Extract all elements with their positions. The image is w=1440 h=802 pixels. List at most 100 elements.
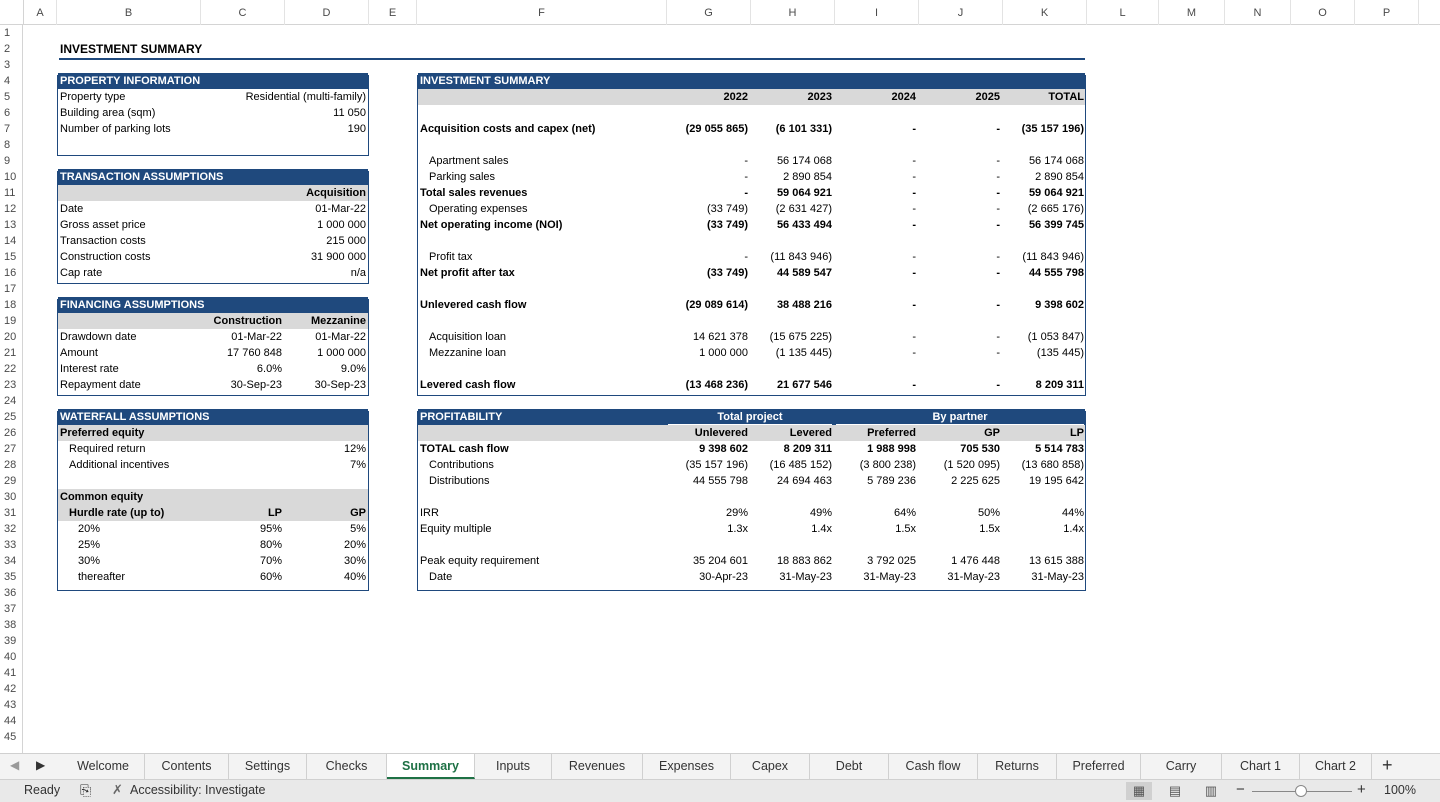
summary-row-label[interactable]: Net operating income (NOI)	[418, 217, 666, 233]
row-header-19[interactable]: 19	[0, 313, 22, 329]
row-header-27[interactable]: 27	[0, 441, 22, 457]
summary-row-label[interactable]: Operating expenses	[418, 201, 666, 217]
acquisition-col-header[interactable]: Acquisition	[286, 185, 368, 201]
row-header-22[interactable]: 22	[0, 361, 22, 377]
summary-row-label[interactable]: Apartment sales	[418, 153, 666, 169]
summary-value[interactable]: -	[920, 377, 1001, 393]
accessibility-status[interactable]: Accessibility: Investigate	[130, 783, 265, 797]
profit-value[interactable]: 31-May-23	[752, 569, 833, 585]
transaction-value[interactable]: 01-Mar-22	[286, 201, 368, 217]
hurdle-gp-split[interactable]: 30%	[286, 553, 368, 569]
summary-value[interactable]: -	[836, 121, 917, 137]
financing-label[interactable]: Repayment date	[58, 377, 202, 393]
mezzanine-value[interactable]: 01-Mar-22	[286, 329, 368, 345]
construction-value[interactable]: 6.0%	[202, 361, 284, 377]
row-header-9[interactable]: 9	[0, 153, 22, 169]
hurdle-value[interactable]: 25%	[58, 537, 202, 553]
preferred-equity-label[interactable]: Preferred equity	[58, 425, 368, 441]
summary-value[interactable]: 56 174 068	[1004, 153, 1085, 169]
summary-value[interactable]: (33 749)	[668, 265, 749, 281]
sheet-tab-expenses[interactable]: Expenses	[643, 754, 731, 779]
hurdle-value[interactable]: thereafter	[58, 569, 202, 585]
add-sheet-icon[interactable]: +	[1382, 755, 1393, 776]
profit-value[interactable]: (1 520 095)	[920, 457, 1001, 473]
row-header-29[interactable]: 29	[0, 473, 22, 489]
incentives-value[interactable]: 7%	[286, 457, 368, 473]
transaction-value[interactable]: n/a	[286, 265, 368, 281]
summary-value[interactable]: 44 589 547	[752, 265, 833, 281]
row-header-3[interactable]: 3	[0, 57, 22, 73]
summary-value[interactable]: -	[920, 249, 1001, 265]
zoom-level[interactable]: 100%	[1384, 783, 1416, 797]
summary-value[interactable]: 56 399 745	[1004, 217, 1085, 233]
profit-value[interactable]: 50%	[920, 505, 1001, 521]
profit-value[interactable]: 5 514 783	[1004, 441, 1085, 457]
summary-value[interactable]: (1 053 847)	[1004, 329, 1085, 345]
summary-value[interactable]: (6 101 331)	[752, 121, 833, 137]
sheet-tab-carry[interactable]: Carry	[1141, 754, 1222, 779]
column-header-o[interactable]: O	[1291, 0, 1355, 25]
summary-value[interactable]: -	[920, 169, 1001, 185]
profit-value[interactable]: 24 694 463	[752, 473, 833, 489]
zoom-out-icon[interactable]: −	[1236, 781, 1245, 798]
profit-value[interactable]: 1 988 998	[836, 441, 917, 457]
year-col-header[interactable]: 2025	[920, 89, 1001, 105]
profit-value[interactable]: 64%	[836, 505, 917, 521]
summary-value[interactable]: (35 157 196)	[1004, 121, 1085, 137]
summary-value[interactable]: -	[920, 121, 1001, 137]
profitability-header[interactable]: PROFITABILITY	[418, 409, 666, 425]
row-header-34[interactable]: 34	[0, 553, 22, 569]
row-header-12[interactable]: 12	[0, 201, 22, 217]
sheet-tab-settings[interactable]: Settings	[229, 754, 307, 779]
profit-value[interactable]: 31-May-23	[836, 569, 917, 585]
column-header-e[interactable]: E	[369, 0, 417, 25]
transaction-value[interactable]: 1 000 000	[286, 217, 368, 233]
summary-value[interactable]: 56 433 494	[752, 217, 833, 233]
accessibility-icon[interactable]: ✗	[112, 782, 123, 798]
row-header-25[interactable]: 25	[0, 409, 22, 425]
profit-value[interactable]: 2 225 625	[920, 473, 1001, 489]
row-header-14[interactable]: 14	[0, 233, 22, 249]
summary-value[interactable]: 38 488 216	[752, 297, 833, 313]
hurdle-rate-label[interactable]: Hurdle rate (up to)	[58, 505, 202, 521]
profit-value[interactable]: 1.4x	[752, 521, 833, 537]
row-header-16[interactable]: 16	[0, 265, 22, 281]
lp-col-header[interactable]: LP	[202, 505, 284, 521]
summary-row-label[interactable]: Unlevered cash flow	[418, 297, 666, 313]
hurdle-gp-split[interactable]: 5%	[286, 521, 368, 537]
profit-value[interactable]: 29%	[668, 505, 749, 521]
profit-value[interactable]: 49%	[752, 505, 833, 521]
column-header-k[interactable]: K	[1003, 0, 1087, 25]
column-header-p[interactable]: P	[1355, 0, 1419, 25]
mezzanine-value[interactable]: 30-Sep-23	[286, 377, 368, 393]
summary-value[interactable]: -	[836, 329, 917, 345]
financing-header[interactable]: FINANCING ASSUMPTIONS	[58, 297, 368, 313]
property-info-header[interactable]: PROPERTY INFORMATION	[58, 73, 368, 89]
tab-scroll-left-icon[interactable]: ◀	[10, 758, 19, 772]
summary-row-label[interactable]: Profit tax	[418, 249, 666, 265]
summary-value[interactable]: -	[836, 201, 917, 217]
summary-row-label[interactable]: Total sales revenues	[418, 185, 666, 201]
summary-row-label[interactable]: Mezzanine loan	[418, 345, 666, 361]
profit-value[interactable]: (16 485 152)	[752, 457, 833, 473]
normal-view-icon[interactable]: ▦	[1126, 782, 1152, 800]
hurdle-value[interactable]: 20%	[58, 521, 202, 537]
row-header-7[interactable]: 7	[0, 121, 22, 137]
transaction-label[interactable]: Cap rate	[58, 265, 238, 281]
profit-row-label[interactable]: Contributions	[418, 457, 666, 473]
summary-value[interactable]: (33 749)	[668, 201, 749, 217]
profit-row-label[interactable]: Equity multiple	[418, 521, 666, 537]
sheet-tab-summary[interactable]: Summary	[387, 754, 475, 779]
column-header-d[interactable]: D	[285, 0, 369, 25]
profit-value[interactable]: (13 680 858)	[1004, 457, 1085, 473]
profit-value[interactable]: 1 476 448	[920, 553, 1001, 569]
transaction-label[interactable]: Construction costs	[58, 249, 238, 265]
column-header-g[interactable]: G	[667, 0, 751, 25]
profit-value[interactable]: 705 530	[920, 441, 1001, 457]
summary-value[interactable]: (1 135 445)	[752, 345, 833, 361]
profit-value[interactable]: 1.3x	[668, 521, 749, 537]
property-value[interactable]: 11 050	[202, 105, 368, 121]
transaction-header[interactable]: TRANSACTION ASSUMPTIONS	[58, 169, 368, 185]
summary-value[interactable]: 14 621 378	[668, 329, 749, 345]
summary-value[interactable]: -	[836, 185, 917, 201]
